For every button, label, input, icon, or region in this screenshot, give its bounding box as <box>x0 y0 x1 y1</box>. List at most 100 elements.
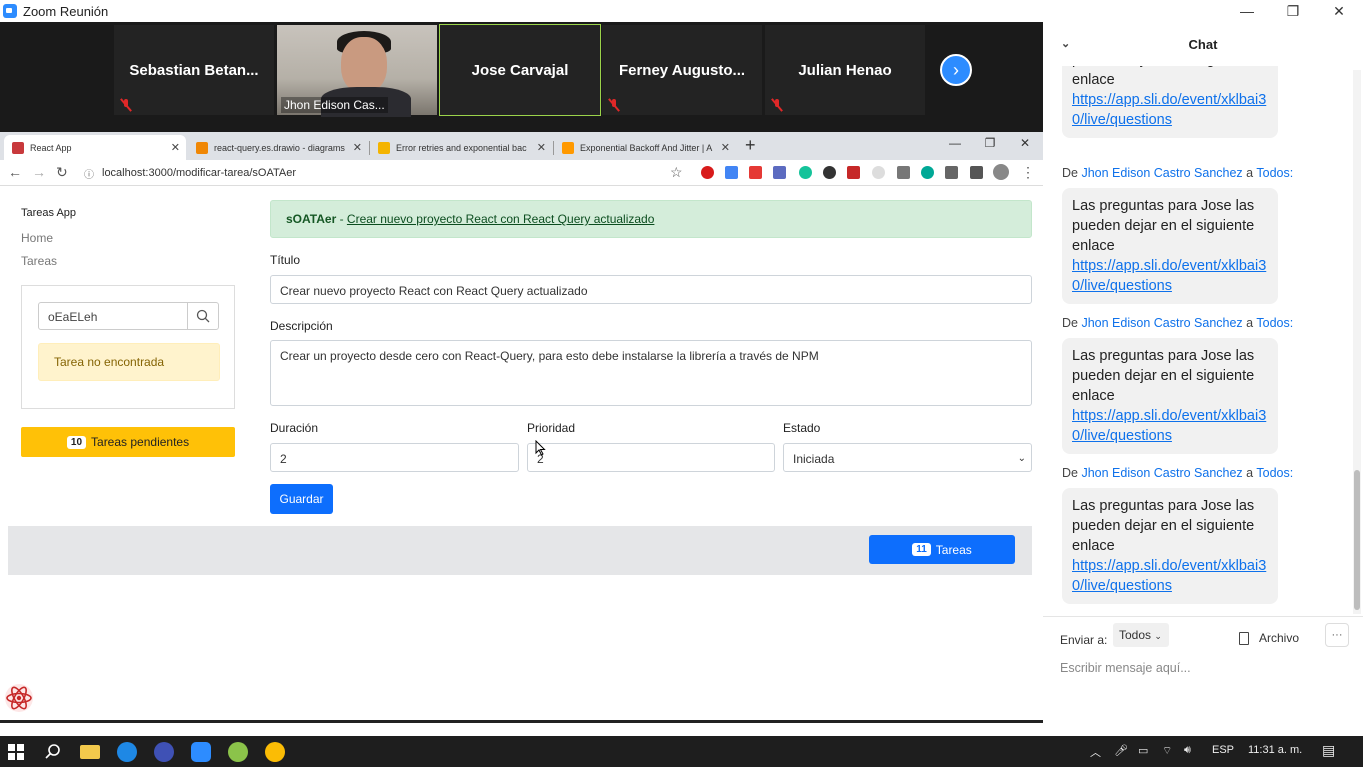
participant-tile-speaking[interactable]: Jose Carvajal <box>439 24 601 116</box>
forward-icon[interactable]: → <box>32 164 46 180</box>
close-icon[interactable]: ✕ <box>1316 0 1362 22</box>
browser-tab-bar: React App ✕ react-query.es.drawio - diag… <box>0 132 1043 160</box>
prioridad-input[interactable]: 2 <box>527 443 775 472</box>
puzzle-icon[interactable] <box>945 166 958 179</box>
browser-menu-icon[interactable]: ⋮ <box>1021 164 1035 181</box>
extension-icon[interactable] <box>773 166 786 179</box>
restore-icon[interactable]: ❐ <box>1270 0 1316 22</box>
browser-minimize-icon[interactable]: — <box>940 136 970 150</box>
descripcion-label: Descripción <box>270 319 333 333</box>
language-indicator[interactable]: ESP <box>1212 744 1234 756</box>
tab-error-retries[interactable]: Error retries and exponential bac ✕ <box>370 135 552 160</box>
react-devtools-icon[interactable] <box>4 683 34 713</box>
tab-exponential-backoff[interactable]: Exponential Backoff And Jitter | A ✕ <box>554 135 736 160</box>
tareas-count-badge: 11 <box>912 543 931 556</box>
titulo-input[interactable]: Crear nuevo proyecto React con React Que… <box>270 275 1032 304</box>
chrome-icon[interactable] <box>265 742 285 762</box>
chat-panel: ⌄ Chat pueden dejar en el siguiente enla… <box>1043 22 1363 736</box>
estado-select[interactable]: Iniciada ⌄ <box>783 443 1032 472</box>
descripcion-textarea[interactable]: Crear un proyecto desde cero con React-Q… <box>270 340 1032 406</box>
participant-tile[interactable]: Ferney Augusto... <box>602 25 762 115</box>
chevron-down-icon: ⌄ <box>1017 453 1026 464</box>
chat-title: Chat <box>1188 36 1218 52</box>
nav-tareas[interactable]: Tareas <box>21 254 57 268</box>
muted-mic-icon <box>120 99 132 111</box>
aws-favicon-icon <box>562 141 574 154</box>
battery-icon[interactable]: ▭ <box>1138 744 1148 757</box>
microphone-icon[interactable]: 🎤︎ <box>1114 744 1128 757</box>
profile-avatar[interactable] <box>993 164 1009 180</box>
pending-tasks-button[interactable]: 10 Tareas pendientes <box>21 427 235 457</box>
cast-icon[interactable] <box>970 166 983 179</box>
url-field[interactable]: ⓘ localhost:3000/modificar-tarea/sOATAer <box>84 164 296 182</box>
duracion-input[interactable]: 2 <box>270 443 519 472</box>
chat-link[interactable]: https://app.sli.do/event/xklbai30/live/q… <box>1072 92 1266 128</box>
tab-close-icon[interactable]: ✕ <box>171 141 180 154</box>
participant-name: Sebastian Betan... <box>129 61 259 79</box>
volume-icon[interactable]: 🔊︎ <box>1184 744 1191 757</box>
new-tab-icon[interactable]: + <box>745 135 756 156</box>
participant-video-tile[interactable]: Jhon Edison Cas... <box>277 25 437 117</box>
app-icon[interactable] <box>228 742 248 762</box>
chevron-down-icon[interactable]: ⌄ <box>1061 37 1070 50</box>
search-icon[interactable] <box>43 742 63 762</box>
send-to-label: Enviar a: <box>1060 633 1108 647</box>
extension-icon[interactable] <box>847 166 860 179</box>
nav-home[interactable]: Home <box>21 231 53 245</box>
chat-messages[interactable]: pueden dejar en el siguiente enlace http… <box>1043 66 1353 614</box>
chat-link[interactable]: https://app.sli.do/event/xklbai30/live/q… <box>1072 408 1266 444</box>
tareas-button[interactable]: 11 Tareas <box>869 535 1015 564</box>
participant-tile[interactable]: Julian Henao <box>765 25 925 115</box>
file-button[interactable]: Archivo <box>1239 631 1299 645</box>
back-icon[interactable]: ← <box>8 164 22 180</box>
tray-chevron-up-icon[interactable]: ︿ <box>1090 744 1101 760</box>
extension-icon[interactable] <box>897 166 910 179</box>
bookmark-star-icon[interactable]: ☆ <box>670 164 683 181</box>
file-icon <box>1239 631 1249 645</box>
tab-react-app[interactable]: React App ✕ <box>4 135 186 160</box>
chat-scrollbar[interactable] <box>1353 70 1361 614</box>
info-icon: ⓘ <box>84 169 94 181</box>
chat-link[interactable]: https://app.sli.do/event/xklbai30/live/q… <box>1072 558 1266 594</box>
article-favicon-icon <box>378 141 390 154</box>
edge-icon[interactable] <box>117 742 137 762</box>
save-button[interactable]: Guardar <box>270 484 333 514</box>
extension-icon[interactable] <box>749 166 762 179</box>
browser-restore-icon[interactable]: ❐ <box>975 136 1005 150</box>
recipient-select[interactable]: Todos ⌄ <box>1113 623 1169 647</box>
chat-link[interactable]: https://app.sli.do/event/xklbai30/live/q… <box>1072 258 1266 294</box>
grammarly-icon[interactable] <box>799 166 812 179</box>
browser-address-bar: ← → ↻ ⓘ localhost:3000/modificar-tarea/s… <box>0 160 1043 186</box>
tab-drawio[interactable]: react-query.es.drawio - diagrams ✕ <box>188 135 368 160</box>
browser-close-icon[interactable]: ✕ <box>1010 136 1040 150</box>
minimize-icon[interactable]: — <box>1224 0 1270 22</box>
extension-icon[interactable] <box>701 166 714 179</box>
next-participants-button[interactable]: › <box>940 54 972 86</box>
tab-close-icon[interactable]: ✕ <box>537 141 546 154</box>
search-button[interactable] <box>187 302 219 330</box>
app-icon[interactable] <box>154 742 174 762</box>
extension-icon[interactable] <box>725 166 738 179</box>
extension-icon[interactable] <box>921 166 934 179</box>
notifications-icon[interactable]: ▤ <box>1322 742 1335 759</box>
file-explorer-icon[interactable] <box>80 745 100 759</box>
windows-start-icon[interactable] <box>8 744 24 760</box>
reload-icon[interactable]: ↻ <box>56 164 68 181</box>
chat-message-input[interactable]: Escribir mensaje aquí... <box>1060 661 1191 675</box>
app-brand[interactable]: Tareas App <box>21 207 76 219</box>
participant-tile[interactable]: Sebastian Betan... <box>114 25 274 115</box>
wifi-icon[interactable]: ⌔ <box>1162 744 1172 758</box>
tab-close-icon[interactable]: ✕ <box>721 141 730 154</box>
estado-label: Estado <box>783 421 821 435</box>
extension-icon[interactable] <box>823 166 836 179</box>
prioridad-label: Prioridad <box>527 421 576 435</box>
task-search-input[interactable]: oEaELeh <box>38 302 188 330</box>
clock[interactable]: 11:31 a. m. <box>1248 744 1302 756</box>
task-link[interactable]: Crear nuevo proyecto React con React Que… <box>347 212 655 226</box>
more-options-button[interactable]: ··· <box>1325 623 1349 647</box>
extension-icon[interactable] <box>872 166 885 179</box>
pending-count-badge: 10 <box>66 435 87 449</box>
scrollbar-thumb[interactable] <box>1354 470 1360 610</box>
zoom-taskbar-icon[interactable] <box>191 742 211 762</box>
tab-close-icon[interactable]: ✕ <box>353 141 362 154</box>
